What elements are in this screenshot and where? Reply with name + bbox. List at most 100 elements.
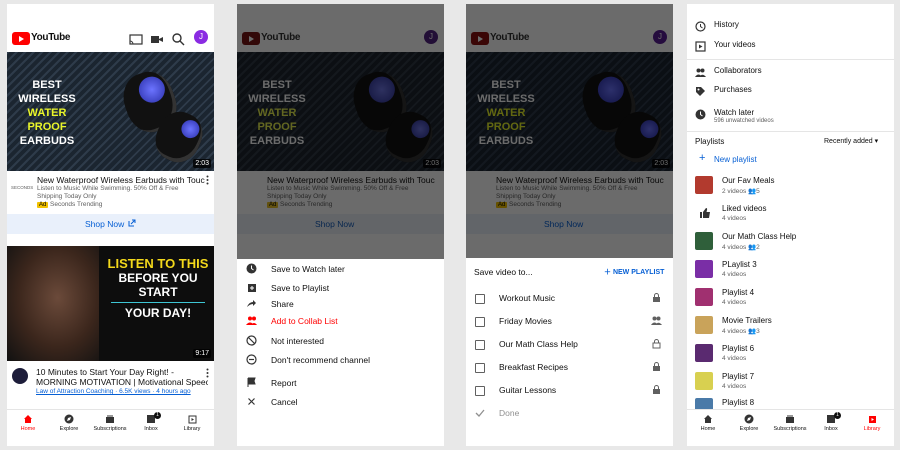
new-playlist-button[interactable]: New playlist [714,155,757,164]
playlist-add-icon [248,284,256,292]
thumb-up-icon [700,208,710,218]
dim-overlay[interactable] [237,4,444,259]
nav-library[interactable]: Library [852,414,892,432]
video-title[interactable]: MORNING MOTIVATION | Motivational Speec.… [36,377,208,387]
video-thumbnail[interactable]: LISTEN TO THIS BEFORE YOU START YOUR DAY… [7,246,214,361]
playlist-item[interactable]: Our Fav Meals 2 videos 👥5 [687,174,894,198]
nav-library[interactable]: Library [172,414,212,432]
playlist-item[interactable]: Liked videos 4 videos [687,202,894,226]
library-item-your-videos[interactable]: Your videos [687,38,894,56]
cast-icon[interactable] [129,32,143,46]
ad-thumbnail[interactable]: BEST WIRELESS WATER PROOF EARBUDS 2:03 [7,52,214,171]
save-watch-later-option[interactable]: Save to Watch later [237,260,444,278]
shop-now-button[interactable]: Shop Now [7,214,214,234]
more-options-icon[interactable] [206,368,209,378]
more-options-icon[interactable] [206,175,209,185]
ad-thumbnail-text: BEST WIRELESS WATER PROOF EARBUDS [18,79,76,147]
video-thumbnail-text: LISTEN TO THIS BEFORE YOU START YOUR DAY… [107,256,209,320]
share-option[interactable]: Share [237,295,444,313]
new-playlist-button[interactable]: ＋ NEW PLAYLIST [604,267,664,277]
library-screen: History Your videos Collaborators Purcha… [687,4,894,446]
clock-icon [246,263,257,274]
nav-explore[interactable]: Explore [49,414,89,432]
check-icon [475,409,485,417]
inbox-badge: 1 [834,412,841,419]
search-icon[interactable] [171,32,185,46]
ad-description: Shipping Today Only [37,193,97,200]
done-button[interactable]: Done [499,408,519,418]
people-icon: 👥 [748,328,757,335]
ad-channel[interactable]: Seconds Trending [50,201,102,209]
channel-avatar[interactable] [12,368,28,384]
playlist-item[interactable]: PLaylist 34 videos [687,258,894,282]
external-link-icon [128,219,136,227]
nav-subscriptions[interactable]: Subscriptions [90,414,130,432]
library-icon [869,416,876,423]
plus-icon: + [699,152,706,164]
dim-overlay[interactable] [466,4,673,258]
avatar[interactable]: J [194,30,208,44]
playlist-thumbnail [695,316,713,334]
sort-dropdown[interactable]: Recently added ▾ [824,137,878,145]
nav-explore[interactable]: Explore [729,414,769,432]
playlist-option[interactable]: Workout Music [466,289,673,307]
playlist-option[interactable]: Friday Movies [466,312,673,330]
home-icon [24,415,32,423]
ad-channel-logo: SECONDS [11,185,34,190]
playlist-item[interactable]: Playlist 64 videos [687,342,894,366]
checkbox[interactable] [475,317,485,327]
checkbox[interactable] [475,294,485,304]
playlist-item[interactable]: Our Math Class Help 4 videos 👥2 [687,230,894,254]
dialog-title: Save video to... [474,267,533,277]
video-duration: 2:03 [193,159,211,168]
nav-inbox[interactable]: 1 Inbox [811,412,851,432]
playlist-item[interactable]: Movie Trailers 4 videos 👥3 [687,314,894,338]
playlist-item[interactable]: Playlist 74 videos [687,370,894,394]
video-title[interactable]: 10 Minutes to Start Your Day Right! - [36,367,174,377]
block-icon [246,335,257,346]
library-icon [188,415,197,424]
app-name: YouTube [31,32,71,43]
cancel-option[interactable]: Cancel [237,393,444,411]
library-item-collaborators[interactable]: Collaborators [687,64,894,82]
report-option[interactable]: Report [237,374,444,392]
dont-recommend-option[interactable]: Don't recommend channel [237,351,444,369]
library-item-purchases[interactable]: Purchases [687,83,894,101]
bottom-navigation: Home Explore Subscriptions 1 Inbox Librar… [7,409,214,446]
youtube-logo-icon[interactable] [12,32,30,45]
tag-icon [696,87,705,96]
playlist-option[interactable]: Guitar Lessons [466,381,673,399]
share-icon [247,300,256,307]
lock-icon [653,385,660,394]
playlist-thumbnail [695,344,713,362]
people-icon: 👥 [748,244,757,251]
nav-home[interactable]: Home [688,414,728,432]
playlist-thumbnail [695,372,713,390]
camera-icon[interactable] [150,32,164,46]
checkbox[interactable] [475,386,485,396]
checkbox[interactable] [475,363,485,373]
nav-home[interactable]: Home [8,414,48,432]
action-sheet-screen: YouTube J BESTWIRELESSWATERPROOFEARBUDS … [237,4,444,446]
nav-inbox[interactable]: 1 Inbox [131,412,171,432]
history-icon [695,21,706,32]
playlist-option[interactable]: Our Math Class Help [466,335,673,353]
not-interested-option[interactable]: Not interested [237,332,444,350]
video-duration: 9:17 [193,349,211,358]
playlist-option[interactable]: Breakfast Recipes [466,358,673,376]
playlist-item[interactable]: Playlist 44 videos [687,286,894,310]
home-icon [704,415,712,423]
ad-title[interactable]: New Waterproof Wireless Earbuds with Tou… [37,175,205,185]
compass-icon [744,414,754,424]
library-item-history[interactable]: History [687,18,894,36]
add-collab-list-option[interactable]: Add to Collab List [237,312,444,330]
home-screen: YouTube J BEST WIRELESS WATER PROOF EARB… [7,4,214,446]
inbox-badge: 1 [154,412,161,419]
divider [687,131,894,132]
chevron-down-icon: ▾ [874,138,879,145]
nav-subscriptions[interactable]: Subscriptions [770,414,810,432]
video-meta[interactable]: Law of Attraction Coaching · 6.5K views … [36,388,191,395]
divider [687,59,894,60]
checkbox[interactable] [475,340,485,350]
library-item-watch-later[interactable]: Watch later 596 unwatched videos [687,106,894,128]
